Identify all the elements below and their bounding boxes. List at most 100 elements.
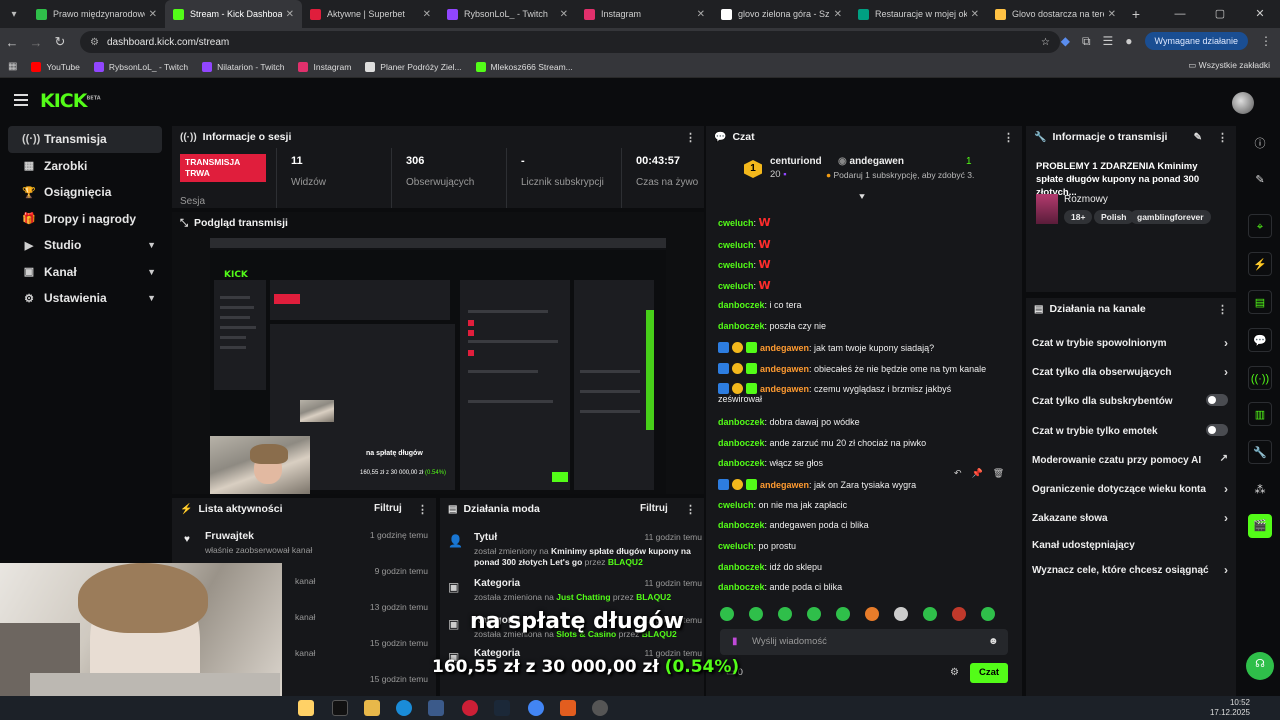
tab-close-icon[interactable]: ✕ xyxy=(1108,9,1116,20)
profile-icon[interactable]: ● xyxy=(1125,34,1132,48)
support-headset-icon[interactable]: ☊ xyxy=(1246,652,1274,680)
obs-icon[interactable] xyxy=(592,700,608,716)
chevron-down-icon[interactable]: ▼ xyxy=(147,293,156,303)
folder-icon[interactable] xyxy=(364,700,380,716)
emote-icon[interactable] xyxy=(720,607,734,621)
chat-message[interactable]: andegawen: jak tam twoje kupony siadają? xyxy=(718,342,934,353)
stream-tag[interactable]: 18+ xyxy=(1064,210,1093,224)
chat-message[interactable]: danboczek: ande zarzuć mu 20 zł chociaż … xyxy=(718,438,926,448)
tab-close-icon[interactable]: ✕ xyxy=(423,9,431,20)
reload-icon[interactable]: ↻ xyxy=(48,34,72,50)
all-bookmarks[interactable]: ▭ Wszystkie zakładki xyxy=(1188,60,1270,71)
chrome-icon[interactable] xyxy=(528,700,544,716)
browser-tab[interactable]: Stream - Kick Dashboard ✕ xyxy=(165,0,302,28)
clip-icon[interactable]: ⌖ xyxy=(1248,214,1272,238)
browser-tab[interactable]: Aktywne | Superbet ✕ xyxy=(302,0,439,28)
sidebar-item[interactable]: 🎁 Dropy i nagrody xyxy=(8,206,162,233)
bookmark-item[interactable]: Instagram xyxy=(298,61,351,72)
apps-grid-icon[interactable]: ▦ xyxy=(8,61,17,72)
bookmark-item[interactable]: RybsonLoL_ - Twitch xyxy=(93,61,188,72)
emote-icon[interactable] xyxy=(807,607,821,621)
chat-message[interactable]: danboczek: idź do sklepu xyxy=(718,562,822,572)
bookmark-item[interactable]: Planer Podróży Ziel... xyxy=(365,61,462,72)
extension-icon[interactable]: ◆ xyxy=(1061,34,1070,48)
chevron-down-icon[interactable]: ▼ xyxy=(147,240,156,250)
tiktok-icon[interactable] xyxy=(332,700,348,716)
chat-username[interactable]: danboczek xyxy=(718,562,765,572)
chat-message[interactable]: cweluch: W xyxy=(718,258,771,271)
chat-username[interactable]: andegawen xyxy=(760,480,809,490)
activity-filter-button[interactable]: Filtruj xyxy=(374,503,402,514)
chat-username[interactable]: danboczek xyxy=(718,300,765,310)
chat-message[interactable]: andegawen: czemu wyglądasz i brzmisz jak… xyxy=(718,383,951,404)
site-info-icon[interactable]: ⚙ xyxy=(90,37,99,48)
tab-close-icon[interactable]: ✕ xyxy=(697,9,705,20)
chat-username[interactable]: danboczek xyxy=(718,417,765,427)
app-icon[interactable] xyxy=(560,700,576,716)
browser-tab[interactable]: Restauracje w mojej okol ✕ xyxy=(850,0,987,28)
chat-username[interactable]: cweluch xyxy=(718,260,754,270)
chat-message[interactable]: cweluch: on nie ma jak zapłacic xyxy=(718,500,847,510)
emote-icon[interactable] xyxy=(778,607,792,621)
chat-username[interactable]: danboczek xyxy=(718,582,765,592)
chat-username[interactable]: cweluch xyxy=(718,500,754,510)
bookmark-item[interactable]: Mlekosz666 Stream... xyxy=(475,61,573,72)
chevron-right-icon[interactable]: › xyxy=(1224,563,1228,577)
bookmark-star-icon[interactable]: ☆ xyxy=(1041,37,1050,48)
close-window-icon[interactable]: ✕ xyxy=(1240,0,1280,28)
mod-more-icon[interactable]: ⋮ xyxy=(685,503,696,516)
menu-hamburger-icon[interactable] xyxy=(14,94,28,109)
chat-more-icon[interactable]: ⋮ xyxy=(1003,131,1014,144)
edit-pencil-icon[interactable]: ✎ xyxy=(1194,132,1202,143)
chat-message[interactable]: danboczek: i co tera xyxy=(718,300,802,310)
stream-info-more-icon[interactable]: ⋮ xyxy=(1217,131,1228,144)
send-chat-button[interactable]: Czat xyxy=(970,663,1008,683)
emote-icon[interactable] xyxy=(749,607,763,621)
browser-tab[interactable]: RybsonLoL_ - Twitch ✕ xyxy=(439,0,576,28)
broadcast-icon[interactable]: ((·)) xyxy=(1248,366,1272,390)
chat-username[interactable]: danboczek xyxy=(718,520,765,530)
chevron-right-icon[interactable]: › xyxy=(1224,336,1228,350)
chat-username[interactable]: cweluch xyxy=(718,240,754,250)
emoji-picker-icon[interactable]: ☻ xyxy=(988,636,999,647)
chat-username[interactable]: andegawen xyxy=(760,343,809,353)
emote-icon[interactable] xyxy=(894,607,908,621)
browser-tab[interactable]: Instagram ✕ xyxy=(576,0,713,28)
opera-icon[interactable] xyxy=(462,700,478,716)
reply-icon[interactable]: ↶ xyxy=(954,468,962,479)
bookmark-item[interactable]: Nilatarion - Twitch xyxy=(202,61,284,72)
pinned-gift-leaderboard[interactable]: 1 centuriond 20 ▪ ◉ andegawen 1 ● Podaru… xyxy=(744,156,1014,190)
mod-desc-user[interactable]: BLAQU2 xyxy=(636,592,671,602)
browser-menu-icon[interactable]: ⋮ xyxy=(1260,34,1272,48)
emote-icon[interactable] xyxy=(836,607,850,621)
maximize-icon[interactable]: ▢ xyxy=(1200,0,1240,28)
extensions-puzzle-icon[interactable]: ⧉ xyxy=(1082,34,1091,49)
channel-action-item[interactable]: Zakazane słowa › xyxy=(1032,511,1228,525)
channel-action-item[interactable]: Moderowanie czatu przy pomocy AI ↗ xyxy=(1032,453,1228,466)
emote-icon[interactable] xyxy=(981,607,995,621)
back-icon[interactable]: ← xyxy=(0,35,24,50)
sidebar-item[interactable]: ▣ Kanał ▼ xyxy=(8,259,162,286)
sidebar-item[interactable]: ⚙ Ustawienia ▼ xyxy=(8,285,162,312)
system-clock[interactable]: 10:52 17.12.2025 xyxy=(1210,698,1250,718)
emote-icon[interactable] xyxy=(923,607,937,621)
external-link-icon[interactable]: ↗ xyxy=(1220,453,1228,464)
tab-close-icon[interactable]: ✕ xyxy=(286,9,294,20)
mod-desc-user[interactable]: BLAQU2 xyxy=(608,557,643,567)
toggle-switch[interactable] xyxy=(1206,394,1228,406)
chat-username[interactable]: andegawen xyxy=(760,384,809,394)
list-icon[interactable]: ▤ xyxy=(1248,290,1272,314)
chat-message[interactable]: danboczek: poszła czy nie xyxy=(718,321,826,331)
steam-icon[interactable] xyxy=(494,700,510,716)
chat-message[interactable]: danboczek: włącz se głos xyxy=(718,458,823,468)
window-icon[interactable]: ▥ xyxy=(1248,402,1272,426)
session-more-icon[interactable]: ⋮ xyxy=(685,131,696,144)
chat-message[interactable]: danboczek: ande poda ci blika xyxy=(718,582,842,592)
chat-expand-icon[interactable]: ⯆ xyxy=(858,192,866,203)
chat-message[interactable]: cweluch: W xyxy=(718,279,771,292)
chat-message-input[interactable]: Wyślij wiadomość xyxy=(720,629,1008,655)
tab-close-icon[interactable]: ✕ xyxy=(560,9,568,20)
bookmark-item[interactable]: YouTube xyxy=(31,61,80,72)
chevron-right-icon[interactable]: › xyxy=(1224,482,1228,496)
channel-action-item[interactable]: Czat w trybie spowolnionym › xyxy=(1032,336,1228,350)
